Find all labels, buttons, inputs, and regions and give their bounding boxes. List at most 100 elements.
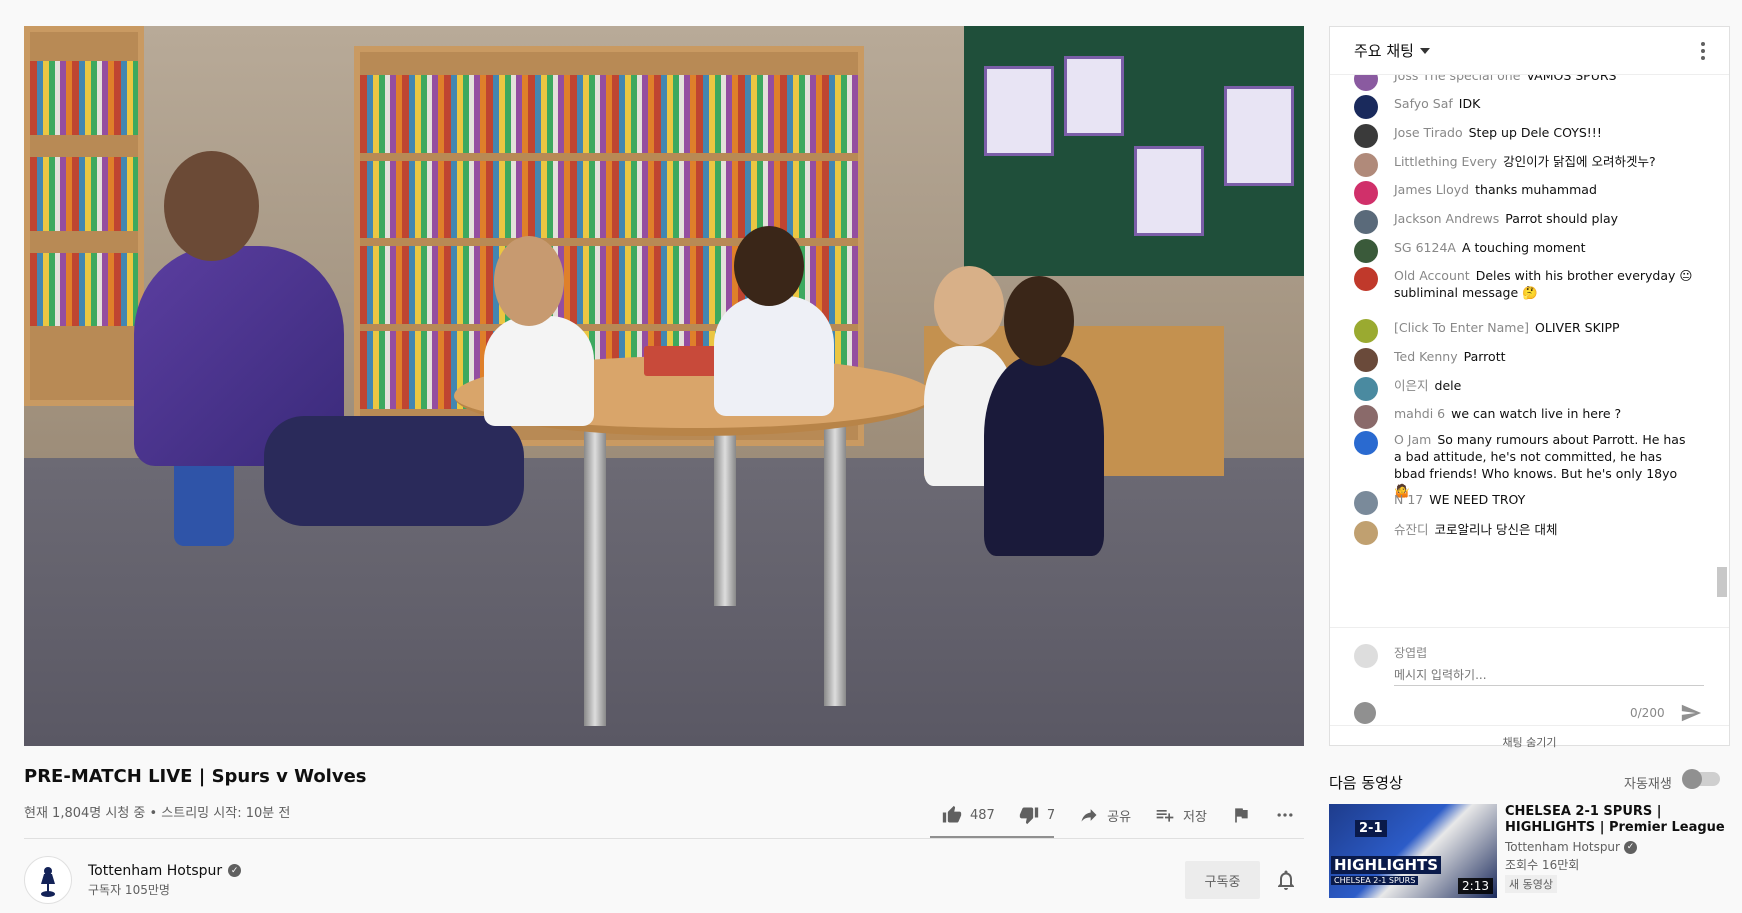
chat-author-avatar[interactable]: [1354, 405, 1378, 429]
chat-author-avatar[interactable]: [1354, 521, 1378, 545]
thumb-subtitle: CHELSEA 2-1 SPURS: [1331, 876, 1419, 885]
more-horizontal-icon: [1277, 813, 1293, 817]
chat-mode-label: 주요 채팅: [1354, 42, 1414, 60]
dislike-count: 7: [1046, 807, 1056, 823]
channel-avatar[interactable]: [24, 856, 72, 904]
share-button[interactable]: 공유: [1067, 798, 1143, 832]
hide-chat-button[interactable]: 채팅 숨기기: [1330, 725, 1729, 750]
chat-author-avatar[interactable]: [1354, 267, 1378, 291]
chat-author-name[interactable]: 이은지: [1394, 378, 1429, 393]
chat-message-body: SG 6124A A touching moment: [1394, 239, 1586, 256]
chat-message-input[interactable]: [1394, 664, 1704, 686]
up-next-heading: 다음 동영상: [1329, 774, 1403, 792]
chat-author-name[interactable]: Safyo Saf: [1394, 96, 1453, 111]
youtube-watch-page: PRE-MATCH LIVE | Spurs v Wolves 현재 1,804…: [0, 0, 1742, 913]
divider: [24, 838, 1304, 839]
video-meta: 현재 1,804명 시청 중 • 스트리밍 시작: 10분 전: [24, 806, 291, 821]
chat-message-body: Littlething Every 강인이가 닭집에 오려하겟누?: [1394, 153, 1656, 170]
chat-author-name[interactable]: [Click To Enter Name]: [1394, 320, 1529, 335]
chat-author-avatar[interactable]: [1354, 210, 1378, 234]
chat-message: N 17 WE NEED TROY: [1354, 491, 1694, 515]
chat-message-text: IDK: [1458, 96, 1481, 111]
live-chat-panel: 주요 채팅 Joss The special one VAMOS SPURS Saf…: [1329, 26, 1730, 749]
chat-author-avatar[interactable]: [1354, 431, 1378, 455]
chat-mode-dropdown[interactable]: 주요 채팅: [1354, 40, 1430, 61]
chat-author-name[interactable]: SG 6124A: [1394, 240, 1456, 255]
chat-menu-icon[interactable]: [1701, 41, 1705, 60]
char-counter: 0/200: [1630, 706, 1665, 720]
channel-row: Tottenham Hotspur ✓ 구독자 105만명: [24, 856, 242, 904]
chat-message: Jackson Andrews Parrot should play: [1354, 210, 1694, 234]
up-next-thumbnail[interactable]: 2-1 HIGHLIGHTS CHELSEA 2-1 SPURS 2:13: [1329, 804, 1497, 898]
chat-message-text: dele: [1434, 378, 1462, 393]
chat-message-list[interactable]: Joss The special one VAMOS SPURS Safyo Saf…: [1330, 75, 1714, 627]
chat-author-name[interactable]: O Jam: [1394, 432, 1431, 447]
report-button[interactable]: [1219, 798, 1263, 832]
verified-icon: ✓: [1623, 840, 1637, 854]
chat-author-avatar[interactable]: [1354, 181, 1378, 205]
more-actions-button[interactable]: [1263, 798, 1307, 832]
chat-author-name[interactable]: N 17: [1394, 492, 1423, 507]
up-next-channel[interactable]: Tottenham Hotspur: [1505, 840, 1620, 854]
chat-author-avatar[interactable]: [1354, 124, 1378, 148]
chat-scrollbar[interactable]: [1717, 567, 1727, 597]
subscribed-button[interactable]: 구독중: [1185, 861, 1260, 899]
save-button[interactable]: 저장: [1143, 798, 1219, 832]
send-icon[interactable]: [1680, 702, 1702, 724]
chat-author-name[interactable]: Jose Tirado: [1394, 125, 1463, 140]
autoplay-label: 자동재생: [1624, 777, 1672, 792]
video-duration: 2:13: [1458, 878, 1493, 894]
save-label: 저장: [1183, 809, 1207, 825]
chat-author-name[interactable]: Jackson Andrews: [1394, 211, 1499, 226]
like-button[interactable]: 487: [930, 798, 1007, 832]
chat-message: SG 6124A A touching moment: [1354, 239, 1694, 263]
video-player[interactable]: [24, 26, 1304, 746]
chat-message: O Jam So many rumours about Parrott. He h…: [1354, 431, 1694, 499]
chat-message-body: N 17 WE NEED TROY: [1394, 491, 1525, 508]
chat-author-avatar[interactable]: [1354, 491, 1378, 515]
new-video-badge: 새 동영상: [1505, 875, 1557, 893]
chat-author-name[interactable]: mahdi 6: [1394, 406, 1445, 421]
chat-author-name[interactable]: Ted Kenny: [1394, 349, 1458, 364]
chat-author-avatar[interactable]: [1354, 239, 1378, 263]
chat-message-body: O Jam So many rumours about Parrott. He h…: [1394, 431, 1694, 499]
chat-author-name[interactable]: 슈잔디: [1394, 522, 1429, 537]
chat-message-body: 이은지 dele: [1394, 377, 1461, 394]
chat-author-avatar[interactable]: [1354, 75, 1378, 91]
chat-message: Safyo Saf IDK: [1354, 95, 1694, 119]
chat-message: mahdi 6 we can watch live in here ?: [1354, 405, 1694, 429]
thumb-highlights: HIGHLIGHTS: [1331, 856, 1442, 874]
chat-author-avatar[interactable]: [1354, 153, 1378, 177]
chat-message: Joss The special one VAMOS SPURS: [1354, 75, 1694, 91]
chat-author-name[interactable]: Joss The special one: [1394, 75, 1520, 83]
chat-author-avatar[interactable]: [1354, 377, 1378, 401]
chat-message: Jose Tirado Step up Dele COYS!!!: [1354, 124, 1694, 148]
chat-author-name[interactable]: Littlething Every: [1394, 154, 1497, 169]
emoji-icon[interactable]: [1354, 702, 1376, 724]
thumb-score: 2-1: [1355, 820, 1387, 837]
cockerel-logo-icon: [41, 867, 55, 897]
subscriber-count: 구독자 105만명: [88, 882, 170, 897]
chat-message-text: we can watch live in here ?: [1451, 406, 1622, 421]
chat-author-avatar[interactable]: [1354, 319, 1378, 343]
chat-message-body: James Lloyd thanks muhammad: [1394, 181, 1597, 198]
video-actions: 487 7 공유 저장: [930, 798, 1307, 832]
chat-author-name[interactable]: James Lloyd: [1394, 182, 1469, 197]
chat-message-body: 슈잔디 코로알리나 당신은 대체: [1394, 521, 1557, 538]
chat-author-avatar[interactable]: [1354, 95, 1378, 119]
chat-message-body: mahdi 6 we can watch live in here ?: [1394, 405, 1621, 422]
up-next-title[interactable]: CHELSEA 2-1 SPURS | HIGHLIGHTS | Premier…: [1505, 804, 1730, 836]
dislike-button[interactable]: 7: [1007, 798, 1067, 832]
user-name: 장엽렵: [1394, 646, 1428, 660]
chat-message-text: WE NEED TROY: [1429, 492, 1526, 507]
autoplay-toggle[interactable]: [1682, 769, 1720, 789]
chat-message-text: OLIVER SKIPP: [1535, 320, 1620, 335]
chat-message-text: Parrott: [1463, 349, 1506, 364]
channel-name[interactable]: Tottenham Hotspur: [88, 863, 222, 879]
chat-author-name[interactable]: Old Account: [1394, 268, 1470, 283]
flag-icon: [1235, 808, 1248, 823]
chat-author-avatar[interactable]: [1354, 348, 1378, 372]
video-title: PRE-MATCH LIVE | Spurs v Wolves: [24, 766, 367, 787]
notification-bell-icon[interactable]: [1274, 868, 1298, 892]
chat-message-text: 강인이가 닭집에 오려하겟누?: [1503, 154, 1656, 169]
